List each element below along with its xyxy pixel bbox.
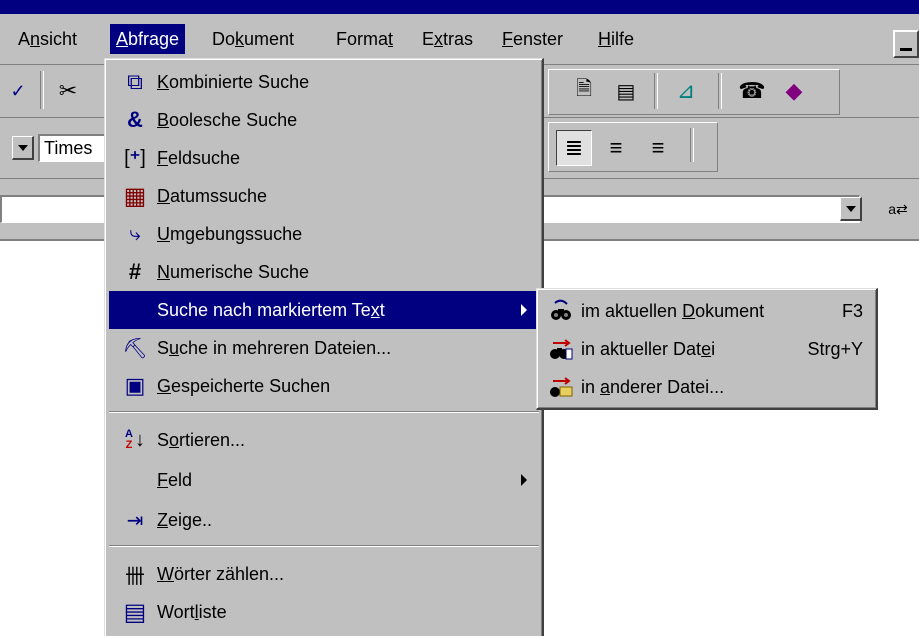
field-search-icon: [⁺]: [124, 146, 146, 170]
menu-item-datumssuche[interactable]: ▦ Datumssuche: [109, 177, 539, 215]
document-minimize-button[interactable]: [893, 30, 919, 58]
font-name-field[interactable]: Times: [38, 134, 110, 162]
menu-item-kombinierte-suche[interactable]: ⧉ Kombinierte Suche: [109, 63, 539, 101]
word-count-icon: 卌: [125, 565, 145, 588]
binoculars-document-icon: [547, 297, 575, 325]
style-dropdown-button[interactable]: [12, 136, 34, 160]
proximity-icon: ⤷: [129, 222, 141, 245]
menu-dokument[interactable]: Dokument: [206, 24, 300, 54]
show-icon: ⇥: [126, 509, 144, 532]
menu-fenster[interactable]: Fenster: [496, 24, 569, 54]
align-left-icon[interactable]: ≣: [556, 130, 592, 166]
drawing-tool-icon[interactable]: ⊿: [668, 73, 704, 109]
align-right-icon[interactable]: ≡: [640, 130, 676, 166]
binoculars-file-icon: [547, 335, 575, 363]
menu-format[interactable]: Format: [330, 24, 399, 54]
saved-searches-icon: ▣: [124, 373, 146, 398]
menu-item-suche-nach-markiertem-text[interactable]: Suche nach markiertem Text: [109, 291, 539, 329]
hash-icon: #: [128, 259, 142, 284]
properties-icon[interactable]: ▤: [608, 73, 644, 109]
menu-extras[interactable]: Extras: [416, 24, 479, 54]
combined-search-icon: ⧉: [127, 69, 143, 94]
menu-item-zeige[interactable]: ⇥ Zeige..: [109, 501, 539, 539]
menu-separator: [109, 545, 539, 547]
menu-ansicht[interactable]: Ansicht: [12, 24, 83, 54]
insert-document-icon[interactable]: 🗎: [566, 73, 602, 109]
submenu-item-in-anderer-datei[interactable]: in anderer Datei...: [541, 369, 875, 405]
menu-item-feld[interactable]: Feld: [109, 461, 539, 499]
menu-separator: [109, 411, 539, 413]
sort-az-icon: A Z ↓: [125, 428, 145, 451]
menu-item-wortliste[interactable]: ▤ Wortliste: [109, 593, 539, 631]
search-dropdown-button[interactable]: [840, 197, 862, 221]
binoculars-folder-icon: ⛏: [122, 337, 148, 360]
phone-icon[interactable]: ☎: [734, 73, 770, 109]
menu-item-boolesche-suche[interactable]: & Boolesche Suche: [109, 101, 539, 139]
word-list-icon: ▤: [123, 598, 147, 626]
book-icon[interactable]: ◆: [776, 73, 812, 109]
menu-item-gespeicherte-suchen[interactable]: ▣ Gespeicherte Suchen: [109, 367, 539, 405]
title-bar: [0, 0, 919, 14]
shortcut-label: Strg+Y: [807, 339, 863, 359]
menu-item-numerische-suche[interactable]: # Numerische Suche: [109, 253, 539, 291]
menu-item-suche-in-mehreren-dateien[interactable]: ⛏ Suche in mehreren Dateien...: [109, 329, 539, 367]
abfrage-menu: ⧉ Kombinierte Suche & Boolesche Suche [⁺…: [104, 58, 544, 636]
align-center-icon[interactable]: ≡: [598, 130, 634, 166]
scissors-icon[interactable]: ✂: [50, 73, 86, 109]
ampersand-icon: &: [127, 107, 143, 132]
menu-item-feldsuche[interactable]: [⁺] Feldsuche: [109, 139, 539, 177]
menu-item-sortieren[interactable]: A Z ↓ Sortieren...: [109, 421, 539, 459]
markierter-text-submenu: im aktuellen Dokument F3 in aktueller Da…: [536, 288, 878, 410]
spellcheck-icon[interactable]: ✓: [0, 73, 36, 109]
submenu-arrow-icon: [521, 304, 527, 316]
binoculars-other-file-icon: [547, 373, 575, 401]
menu-item-umgebungssuche[interactable]: ⤷ Umgebungssuche: [109, 215, 539, 253]
menu-abfrage[interactable]: Abfrage: [110, 24, 186, 54]
submenu-item-in-aktueller-datei[interactable]: in aktueller Datei Strg+Y: [541, 331, 875, 367]
chevron-down-icon: [845, 205, 856, 212]
menu-hilfe[interactable]: Hilfe: [592, 24, 640, 54]
calendar-icon: ▦: [123, 182, 147, 210]
submenu-arrow-icon: [521, 474, 527, 486]
shortcut-label: F3: [841, 301, 863, 321]
chevron-down-icon: [17, 144, 28, 151]
replace-icon[interactable]: a⇄: [880, 191, 916, 227]
menu-item-woerter-zaehlen[interactable]: 卌 Wörter zählen...: [109, 555, 539, 593]
submenu-item-im-aktuellen-dokument[interactable]: im aktuellen Dokument F3: [541, 293, 875, 329]
